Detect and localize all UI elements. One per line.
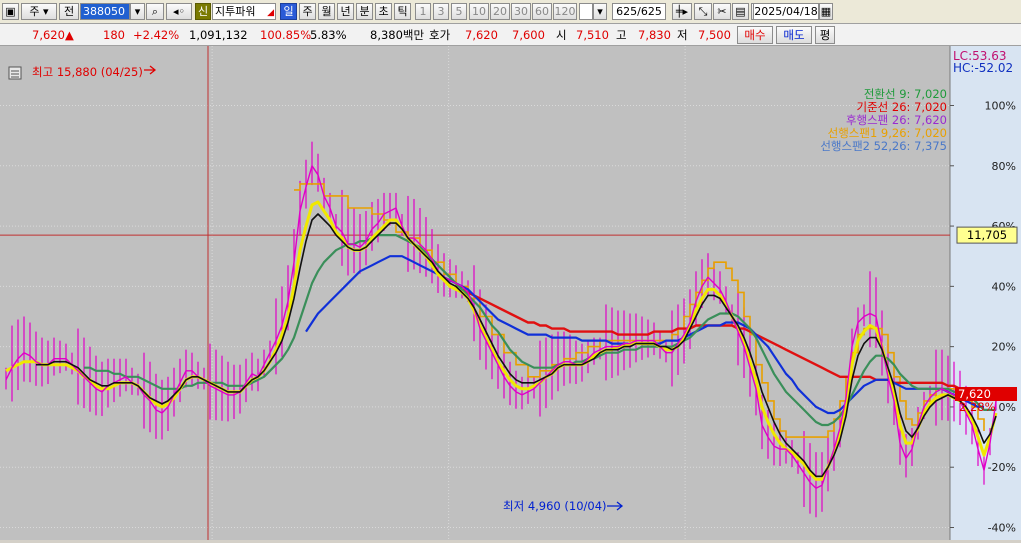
legend-entry: 후행스팬 26: 7,620 — [846, 113, 947, 127]
chart-area[interactable]: 100% 80% 60% 40% 20% 0% -20% -40% 최고 15,880 (04/… — [0, 46, 1021, 540]
y-tick-label: -40% — [988, 522, 1016, 535]
market-select[interactable]: 전 — [59, 3, 79, 20]
high-price: 7,830 — [638, 28, 671, 42]
scissors-icon[interactable]: ✂ — [713, 3, 731, 20]
legend-entry: 전환선 9: 7,020 — [864, 87, 947, 101]
crosshair-price-label: 11,705 — [967, 228, 1007, 242]
price-change: 180 — [103, 28, 125, 42]
last-price-label: 7,620 — [958, 387, 991, 401]
interval-10[interactable]: 10 — [469, 3, 489, 20]
low-price: 7,500 — [698, 28, 731, 42]
bid-price: 7,600 — [512, 28, 545, 42]
last-pct-label: 2.28% — [959, 400, 996, 414]
quote-bar: 7,620 ▲ 180 +2.42% 1,091,132 100.85% 5.8… — [0, 24, 1021, 46]
crosshair-icon[interactable]: ⤡ — [694, 3, 712, 20]
turnover-rate: 5.83% — [310, 28, 347, 42]
data-count-field[interactable]: 625/625 — [612, 3, 666, 20]
interval-120[interactable]: 120 — [553, 3, 577, 20]
hc-label: HC:-52.02 — [953, 61, 1013, 75]
period-select[interactable]: 주 ▾ — [21, 3, 57, 20]
interval-dropdown-icon[interactable]: ▾ — [593, 3, 607, 20]
legend-entry: 선행스팬1 9,26: 7,020 — [828, 126, 947, 140]
volume-ratio: 100.85% — [260, 28, 312, 42]
low-annotation: 최저 4,960 (10/04) — [503, 499, 607, 513]
y-tick-label: 80% — [992, 160, 1016, 173]
corner-flag-icon: ◢ — [267, 8, 274, 18]
high-label: 고 — [616, 28, 627, 42]
open-label: 시 — [556, 28, 567, 42]
high-annotation: 최고 15,880 (04/25) — [32, 65, 143, 79]
window-menu-icon[interactable]: ▣ — [2, 3, 19, 20]
y-tick-label: 100% — [985, 100, 1016, 113]
interval-60[interactable]: 60 — [532, 3, 552, 20]
search-icon[interactable]: ⌕ — [146, 3, 164, 20]
y-tick-label: -20% — [988, 461, 1016, 474]
y-tick-label: 20% — [992, 341, 1016, 354]
interval-3[interactable]: 3 — [433, 3, 449, 20]
y-tick-label: 0% — [999, 401, 1016, 414]
trade-amount: 8,380백만 — [370, 28, 425, 42]
market-label: 전 — [63, 5, 75, 18]
stock-code-input[interactable]: 388050 — [80, 3, 130, 20]
speaker-icon[interactable]: ◂◦ — [166, 3, 192, 20]
price-change-pct: +2.42% — [133, 28, 180, 42]
stock-name: 지투파워 — [215, 5, 256, 18]
tab-month[interactable]: 월 — [318, 3, 335, 20]
data-total: /625 — [637, 5, 662, 18]
y-tick-label: 40% — [992, 280, 1016, 293]
up-arrow-icon: ▲ — [65, 28, 74, 42]
date-field[interactable]: 2025/04/18 — [753, 3, 819, 20]
average-button[interactable]: 평 — [815, 26, 835, 44]
tab-minute[interactable]: 분 — [356, 3, 373, 20]
low-label: 저 — [677, 28, 688, 42]
trade-volume: 1,091,132 — [189, 28, 248, 42]
legend-entry: 선행스팬2 52,26: 7,375 — [820, 139, 947, 153]
tab-tick[interactable]: 틱 — [394, 3, 411, 20]
interval-custom-input[interactable] — [579, 3, 593, 20]
tab-year[interactable]: 년 — [337, 3, 354, 20]
current-price: 7,620 — [32, 28, 65, 42]
data-count: 625 — [616, 5, 638, 18]
sell-button[interactable]: 매도 — [776, 26, 812, 44]
stock-name-field[interactable]: 지투파워 ◢ — [212, 3, 276, 20]
interval-1[interactable]: 1 — [415, 3, 431, 20]
new-stock-badge: 신 — [195, 3, 211, 20]
interval-20[interactable]: 20 — [490, 3, 510, 20]
calendar-icon[interactable]: ▦ — [819, 3, 833, 20]
tab-day[interactable]: 일 — [280, 3, 297, 20]
tab-week[interactable]: 주 — [299, 3, 316, 20]
chart-type-icon[interactable]: ╪▸ — [672, 3, 692, 20]
save-icon[interactable]: ▤ — [732, 3, 749, 20]
ichimoku-chart[interactable]: 100%80%60%40%20%0%-20%-40%최고 15,880 (04/… — [0, 46, 1021, 540]
open-price: 7,510 — [576, 28, 609, 42]
stock-code-dropdown-icon[interactable]: ▾ — [130, 3, 145, 20]
interval-5[interactable]: 5 — [451, 3, 467, 20]
toolbar: ▣ 주 ▾ 전 388050 ▾ ⌕ ◂◦ 신 지투파워 ◢ 일 주 월 년 분 … — [0, 0, 1021, 24]
buy-button[interactable]: 매수 — [737, 26, 773, 44]
bid-ask-label: 호가 — [429, 28, 451, 42]
period-label: 주 — [29, 5, 40, 18]
legend-entry: 기준선 26: 7,020 — [857, 100, 947, 114]
tab-second[interactable]: 초 — [375, 3, 392, 20]
ask-price: 7,620 — [465, 28, 498, 42]
interval-30[interactable]: 30 — [511, 3, 531, 20]
